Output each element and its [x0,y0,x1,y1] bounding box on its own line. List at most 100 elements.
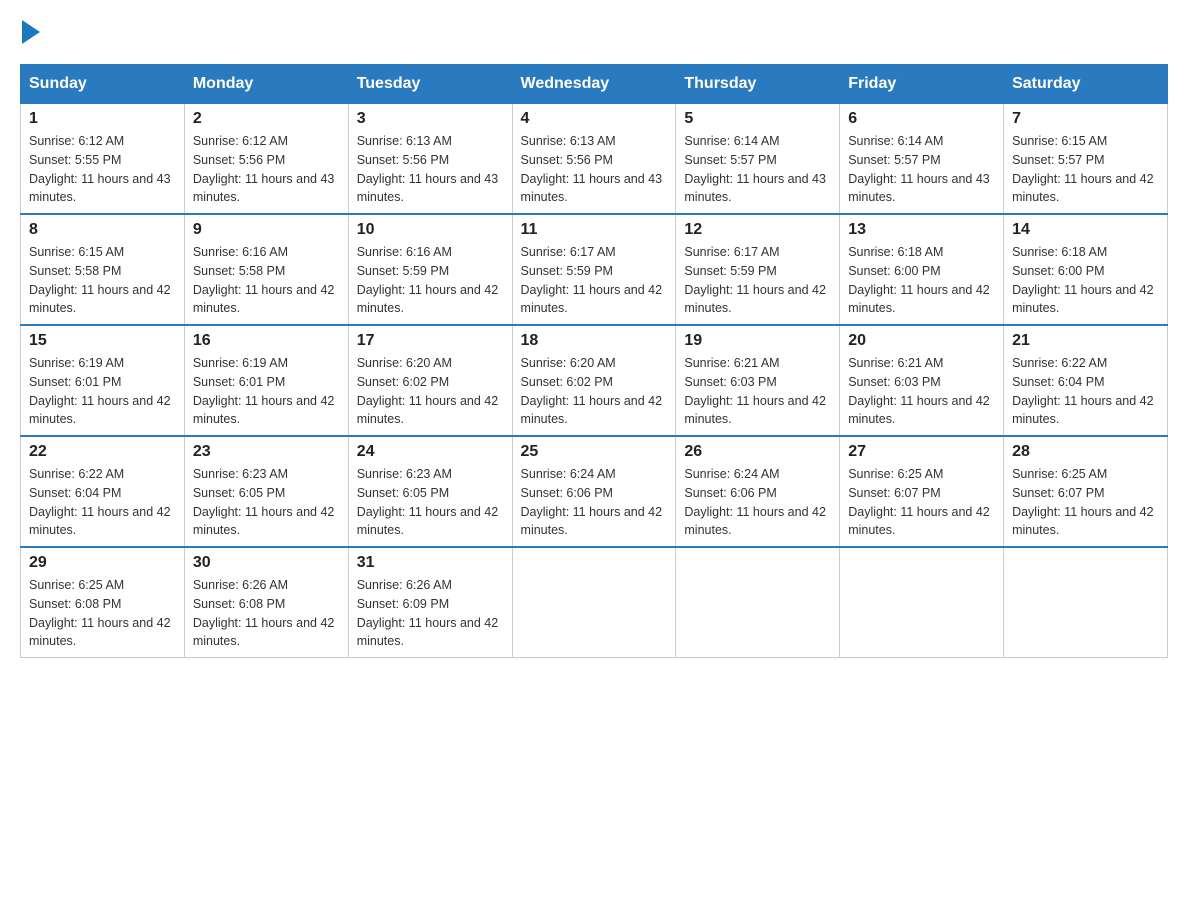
calendar-cell [840,547,1004,658]
day-info: Sunrise: 6:17 AMSunset: 5:59 PMDaylight:… [684,243,831,318]
calendar-cell: 28 Sunrise: 6:25 AMSunset: 6:07 PMDaylig… [1004,436,1168,547]
day-info: Sunrise: 6:22 AMSunset: 6:04 PMDaylight:… [29,465,176,540]
day-number: 29 [29,554,176,572]
weekday-header-row: SundayMondayTuesdayWednesdayThursdayFrid… [21,65,1168,104]
day-info: Sunrise: 6:13 AMSunset: 5:56 PMDaylight:… [357,132,504,207]
day-info: Sunrise: 6:13 AMSunset: 5:56 PMDaylight:… [521,132,668,207]
calendar-cell: 15 Sunrise: 6:19 AMSunset: 6:01 PMDaylig… [21,325,185,436]
calendar-cell: 10 Sunrise: 6:16 AMSunset: 5:59 PMDaylig… [348,214,512,325]
day-number: 23 [193,443,340,461]
day-info: Sunrise: 6:26 AMSunset: 6:08 PMDaylight:… [193,576,340,651]
weekday-header-monday: Monday [184,65,348,104]
day-info: Sunrise: 6:23 AMSunset: 6:05 PMDaylight:… [357,465,504,540]
day-number: 28 [1012,443,1159,461]
calendar-cell: 22 Sunrise: 6:22 AMSunset: 6:04 PMDaylig… [21,436,185,547]
calendar-cell: 19 Sunrise: 6:21 AMSunset: 6:03 PMDaylig… [676,325,840,436]
calendar-cell: 18 Sunrise: 6:20 AMSunset: 6:02 PMDaylig… [512,325,676,436]
day-info: Sunrise: 6:22 AMSunset: 6:04 PMDaylight:… [1012,354,1159,429]
day-number: 26 [684,443,831,461]
calendar-cell: 23 Sunrise: 6:23 AMSunset: 6:05 PMDaylig… [184,436,348,547]
day-info: Sunrise: 6:15 AMSunset: 5:57 PMDaylight:… [1012,132,1159,207]
day-number: 30 [193,554,340,572]
calendar-cell: 21 Sunrise: 6:22 AMSunset: 6:04 PMDaylig… [1004,325,1168,436]
day-number: 3 [357,110,504,128]
weekday-header-sunday: Sunday [21,65,185,104]
day-info: Sunrise: 6:20 AMSunset: 6:02 PMDaylight:… [521,354,668,429]
calendar-cell: 7 Sunrise: 6:15 AMSunset: 5:57 PMDayligh… [1004,104,1168,215]
calendar-week-row: 8 Sunrise: 6:15 AMSunset: 5:58 PMDayligh… [21,214,1168,325]
day-info: Sunrise: 6:18 AMSunset: 6:00 PMDaylight:… [848,243,995,318]
logo-arrow-icon [22,20,40,44]
day-info: Sunrise: 6:21 AMSunset: 6:03 PMDaylight:… [848,354,995,429]
day-number: 7 [1012,110,1159,128]
logo-text [20,20,42,44]
calendar-cell: 12 Sunrise: 6:17 AMSunset: 5:59 PMDaylig… [676,214,840,325]
calendar-cell: 2 Sunrise: 6:12 AMSunset: 5:56 PMDayligh… [184,104,348,215]
day-number: 25 [521,443,668,461]
calendar-cell: 16 Sunrise: 6:19 AMSunset: 6:01 PMDaylig… [184,325,348,436]
day-info: Sunrise: 6:25 AMSunset: 6:08 PMDaylight:… [29,576,176,651]
calendar-cell [512,547,676,658]
calendar-week-row: 29 Sunrise: 6:25 AMSunset: 6:08 PMDaylig… [21,547,1168,658]
day-info: Sunrise: 6:24 AMSunset: 6:06 PMDaylight:… [684,465,831,540]
day-number: 17 [357,332,504,350]
day-number: 5 [684,110,831,128]
calendar-cell: 27 Sunrise: 6:25 AMSunset: 6:07 PMDaylig… [840,436,1004,547]
day-number: 24 [357,443,504,461]
calendar-cell: 11 Sunrise: 6:17 AMSunset: 5:59 PMDaylig… [512,214,676,325]
day-info: Sunrise: 6:25 AMSunset: 6:07 PMDaylight:… [848,465,995,540]
day-number: 10 [357,221,504,239]
calendar-cell: 17 Sunrise: 6:20 AMSunset: 6:02 PMDaylig… [348,325,512,436]
logo [20,20,42,44]
calendar-cell: 30 Sunrise: 6:26 AMSunset: 6:08 PMDaylig… [184,547,348,658]
day-info: Sunrise: 6:17 AMSunset: 5:59 PMDaylight:… [521,243,668,318]
calendar-cell: 3 Sunrise: 6:13 AMSunset: 5:56 PMDayligh… [348,104,512,215]
calendar-cell: 13 Sunrise: 6:18 AMSunset: 6:00 PMDaylig… [840,214,1004,325]
calendar-week-row: 1 Sunrise: 6:12 AMSunset: 5:55 PMDayligh… [21,104,1168,215]
calendar-cell: 8 Sunrise: 6:15 AMSunset: 5:58 PMDayligh… [21,214,185,325]
day-number: 13 [848,221,995,239]
day-number: 6 [848,110,995,128]
day-info: Sunrise: 6:19 AMSunset: 6:01 PMDaylight:… [29,354,176,429]
day-number: 20 [848,332,995,350]
day-info: Sunrise: 6:15 AMSunset: 5:58 PMDaylight:… [29,243,176,318]
calendar-cell [1004,547,1168,658]
day-number: 1 [29,110,176,128]
day-number: 18 [521,332,668,350]
day-info: Sunrise: 6:24 AMSunset: 6:06 PMDaylight:… [521,465,668,540]
day-number: 16 [193,332,340,350]
day-info: Sunrise: 6:18 AMSunset: 6:00 PMDaylight:… [1012,243,1159,318]
day-info: Sunrise: 6:21 AMSunset: 6:03 PMDaylight:… [684,354,831,429]
day-info: Sunrise: 6:16 AMSunset: 5:58 PMDaylight:… [193,243,340,318]
day-info: Sunrise: 6:23 AMSunset: 6:05 PMDaylight:… [193,465,340,540]
day-number: 27 [848,443,995,461]
calendar-cell: 31 Sunrise: 6:26 AMSunset: 6:09 PMDaylig… [348,547,512,658]
calendar-cell: 4 Sunrise: 6:13 AMSunset: 5:56 PMDayligh… [512,104,676,215]
day-info: Sunrise: 6:19 AMSunset: 6:01 PMDaylight:… [193,354,340,429]
day-info: Sunrise: 6:26 AMSunset: 6:09 PMDaylight:… [357,576,504,651]
day-number: 22 [29,443,176,461]
day-number: 11 [521,221,668,239]
day-number: 8 [29,221,176,239]
calendar-cell: 24 Sunrise: 6:23 AMSunset: 6:05 PMDaylig… [348,436,512,547]
weekday-header-thursday: Thursday [676,65,840,104]
page-header [20,20,1168,44]
calendar-week-row: 15 Sunrise: 6:19 AMSunset: 6:01 PMDaylig… [21,325,1168,436]
day-number: 4 [521,110,668,128]
day-number: 9 [193,221,340,239]
day-number: 2 [193,110,340,128]
day-info: Sunrise: 6:12 AMSunset: 5:56 PMDaylight:… [193,132,340,207]
day-info: Sunrise: 6:16 AMSunset: 5:59 PMDaylight:… [357,243,504,318]
day-number: 19 [684,332,831,350]
day-number: 15 [29,332,176,350]
calendar-cell: 1 Sunrise: 6:12 AMSunset: 5:55 PMDayligh… [21,104,185,215]
calendar-cell [676,547,840,658]
day-info: Sunrise: 6:14 AMSunset: 5:57 PMDaylight:… [848,132,995,207]
day-number: 31 [357,554,504,572]
calendar-cell: 5 Sunrise: 6:14 AMSunset: 5:57 PMDayligh… [676,104,840,215]
calendar-cell: 9 Sunrise: 6:16 AMSunset: 5:58 PMDayligh… [184,214,348,325]
day-info: Sunrise: 6:20 AMSunset: 6:02 PMDaylight:… [357,354,504,429]
calendar-cell: 14 Sunrise: 6:18 AMSunset: 6:00 PMDaylig… [1004,214,1168,325]
day-info: Sunrise: 6:25 AMSunset: 6:07 PMDaylight:… [1012,465,1159,540]
calendar-cell: 6 Sunrise: 6:14 AMSunset: 5:57 PMDayligh… [840,104,1004,215]
